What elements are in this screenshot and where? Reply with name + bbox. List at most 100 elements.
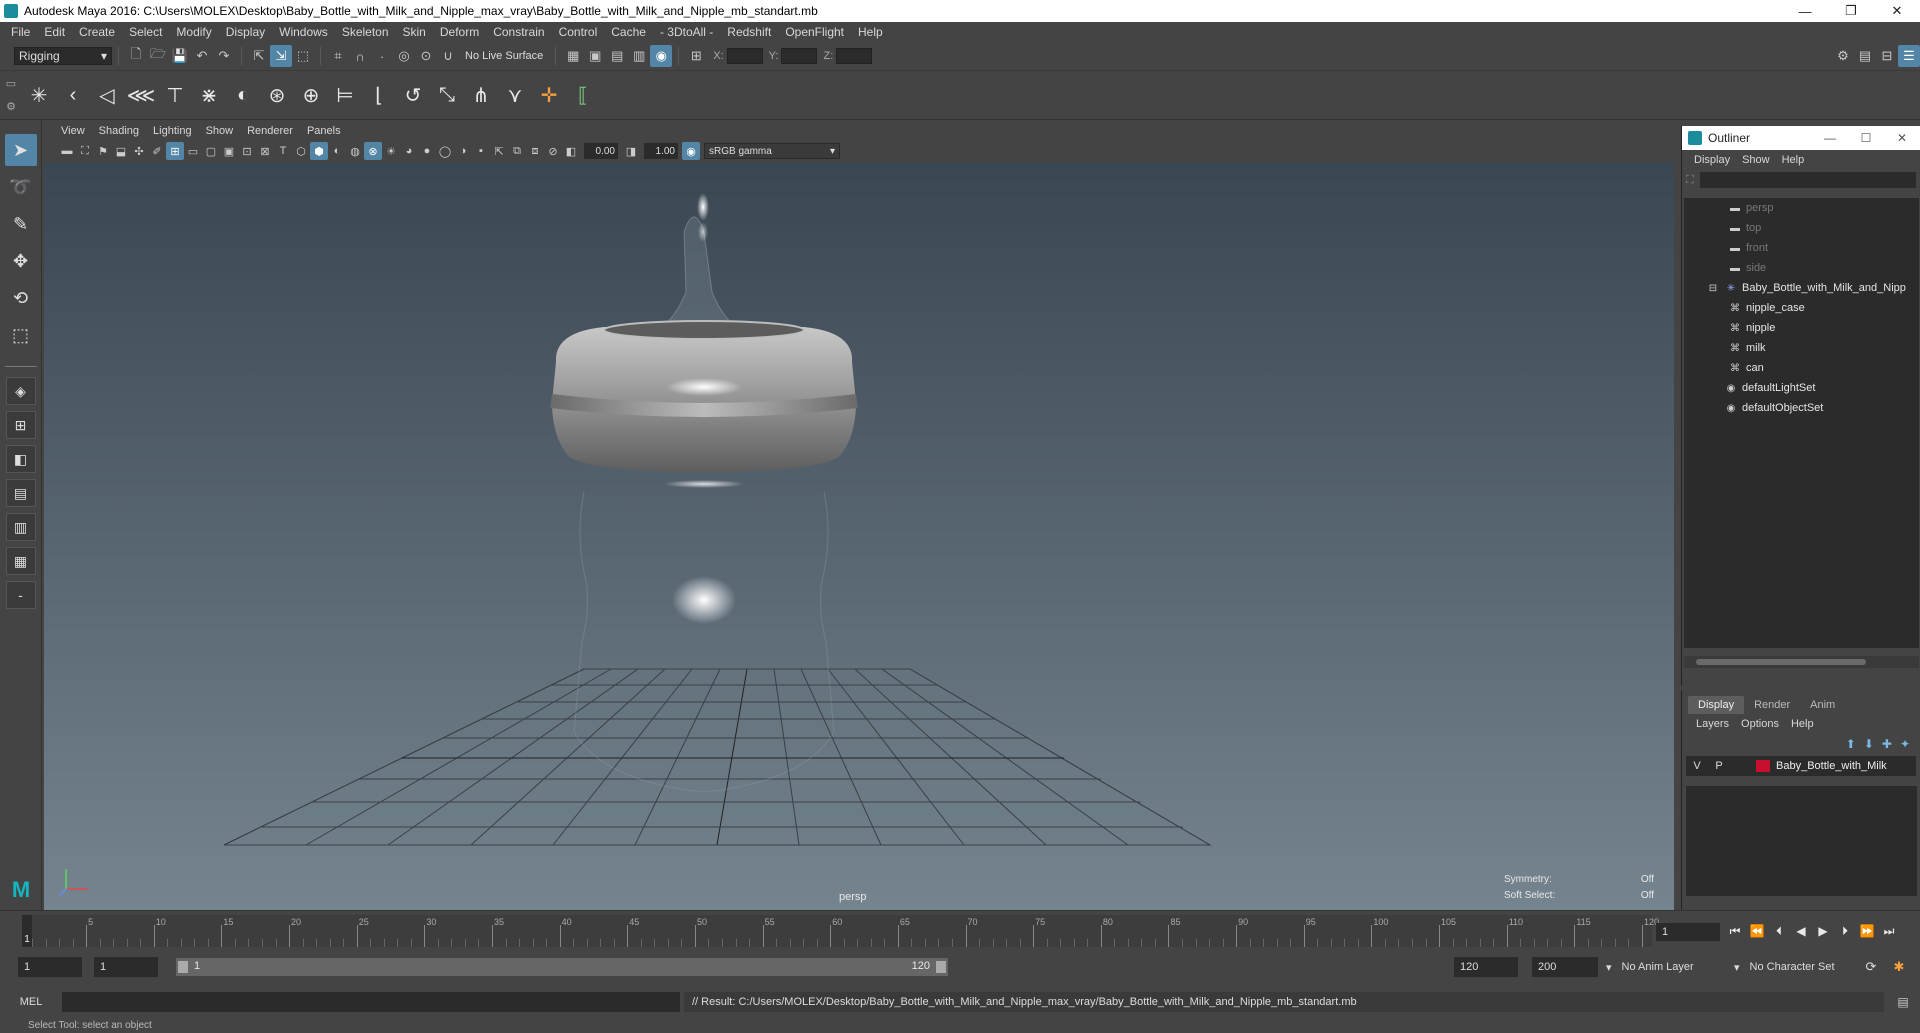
- camera-select-icon[interactable]: ▬: [58, 142, 76, 160]
- y-field[interactable]: [781, 48, 818, 64]
- render-settings-icon[interactable]: ▦: [562, 45, 584, 67]
- scale-tool-icon[interactable]: ⬚: [5, 319, 37, 351]
- new-layer-from-selected-icon[interactable]: ✦: [1900, 737, 1910, 751]
- layer-row[interactable]: V P Baby_Bottle_with_Milk: [1686, 756, 1916, 776]
- image-plane-icon[interactable]: ⬓: [112, 142, 130, 160]
- bind-skin-icon[interactable]: ⋇: [194, 78, 224, 112]
- panel-menu-lighting[interactable]: Lighting: [146, 125, 199, 137]
- select-tool-icon[interactable]: ➤: [4, 134, 37, 166]
- depth-of-field-icon[interactable]: ◑: [454, 142, 472, 160]
- hik-icon[interactable]: ⟦: [568, 78, 598, 112]
- scrollbar-thumb[interactable]: [1696, 659, 1866, 665]
- outliner-item-nipple[interactable]: ⌘ nipple: [1684, 318, 1919, 338]
- outliner-item-default-object-set[interactable]: ◉ defaultObjectSet: [1684, 398, 1919, 418]
- select-hierarchy-icon[interactable]: ⇱: [248, 45, 270, 67]
- layer-menu-options[interactable]: Options: [1735, 718, 1785, 730]
- layer-menu-layers[interactable]: Layers: [1690, 718, 1735, 730]
- range-bar[interactable]: 1 120: [176, 958, 948, 976]
- attribute-editor-icon[interactable]: ▤: [1854, 45, 1876, 67]
- outliner-item-can[interactable]: ⌘ can: [1684, 358, 1919, 378]
- orient-joint-icon[interactable]: ⋘: [126, 78, 156, 112]
- xray-icon[interactable]: ⇱: [490, 142, 508, 160]
- outliner-item-default-light-set[interactable]: ◉ defaultLightSet: [1684, 378, 1919, 398]
- grid-toggle-icon[interactable]: ⊞: [166, 142, 184, 160]
- layer-color-swatch[interactable]: [1756, 760, 1770, 772]
- menu-create[interactable]: Create: [72, 25, 122, 39]
- snap-magnet-icon[interactable]: ∪: [437, 45, 459, 67]
- panel-menu-show[interactable]: Show: [199, 125, 241, 137]
- anti-aliasing-icon[interactable]: ◯: [436, 142, 454, 160]
- live-surface-field[interactable]: No Live Surface: [459, 50, 549, 62]
- time-ruler[interactable]: 1 5 10 15 20 25 30 35 40 45 50 55 60 65 70 75 80 85 90 95 1…: [22, 915, 1659, 947]
- select-component-icon[interactable]: ⬚: [292, 45, 314, 67]
- ambient-occlusion-icon[interactable]: ◕: [400, 142, 418, 160]
- redo-icon[interactable]: ↷: [213, 45, 235, 67]
- persp-outliner-layout-icon[interactable]: ◧: [5, 445, 36, 473]
- snap-curve-icon[interactable]: ∩: [349, 45, 371, 67]
- collapse-layout-icon[interactable]: -: [5, 581, 36, 609]
- constraint-pole-icon[interactable]: ⋎: [500, 78, 530, 112]
- step-forward-frame-icon[interactable]: ⏵: [1836, 921, 1854, 941]
- outliner-horizontal-scrollbar[interactable]: [1684, 656, 1919, 668]
- outliner-item-top[interactable]: ▬ top: [1684, 218, 1919, 238]
- gamma-icon[interactable]: ◨: [622, 142, 640, 160]
- constraint-orient-icon[interactable]: ↺: [398, 78, 428, 112]
- move-layer-down-icon[interactable]: ⬇: [1864, 737, 1874, 751]
- tool-settings-icon[interactable]: ⊟: [1876, 45, 1898, 67]
- step-back-frame-icon[interactable]: ⏴: [1770, 921, 1788, 941]
- render-frame-icon[interactable]: ▣: [584, 45, 606, 67]
- menu-constrain[interactable]: Constrain: [486, 25, 551, 39]
- exposure-field[interactable]: 0.00: [584, 143, 618, 159]
- outliner-item-persp[interactable]: ▬ persp: [1684, 198, 1919, 218]
- motion-blur-icon[interactable]: ●: [418, 142, 436, 160]
- go-to-start-icon[interactable]: ⏮: [1726, 921, 1744, 941]
- xray-joints-icon[interactable]: ⧉: [508, 142, 526, 160]
- safe-action-icon[interactable]: ⊠: [256, 142, 274, 160]
- hypershade-icon[interactable]: ◉: [650, 45, 673, 67]
- playback-start-field[interactable]: 1: [94, 957, 158, 977]
- current-frame-field[interactable]: 1: [1656, 923, 1720, 941]
- outliner-item-group[interactable]: ⊟ ✳ Baby_Bottle_with_Milk_and_Nipp: [1684, 278, 1919, 298]
- snap-grid-icon[interactable]: ⌗: [327, 45, 349, 67]
- panel-menu-view[interactable]: View: [54, 125, 92, 137]
- color-management-icon[interactable]: ◉: [682, 142, 700, 160]
- perspective-viewport[interactable]: persp Symmetry: Off Soft Select: Off: [44, 162, 1674, 910]
- menu-3dtoall[interactable]: - 3DtoAll -: [653, 25, 720, 39]
- close-button[interactable]: ✕: [1874, 0, 1920, 22]
- outliner-item-milk[interactable]: ⌘ milk: [1684, 338, 1919, 358]
- menu-cache[interactable]: Cache: [604, 25, 653, 39]
- maximize-icon[interactable]: ☐: [1848, 131, 1884, 145]
- minimize-icon[interactable]: —: [1812, 131, 1848, 145]
- wireframe-on-shaded-icon[interactable]: ◐: [328, 142, 346, 160]
- x-field[interactable]: [726, 48, 763, 64]
- menu-display[interactable]: Display: [219, 25, 272, 39]
- grease-pencil-icon[interactable]: ✐: [148, 142, 166, 160]
- filter-icon[interactable]: ⛶: [1686, 174, 1694, 187]
- menu-help[interactable]: Help: [851, 25, 890, 39]
- play-backwards-icon[interactable]: ◀: [1792, 921, 1810, 941]
- rotate-tool-icon[interactable]: ⟲: [5, 282, 37, 314]
- command-input[interactable]: [62, 992, 680, 1012]
- animation-end-field[interactable]: 200: [1532, 957, 1598, 977]
- close-icon[interactable]: ✕: [1884, 131, 1920, 145]
- new-scene-icon[interactable]: 🗋: [125, 45, 147, 67]
- layer-menu-help[interactable]: Help: [1785, 718, 1820, 730]
- play-forwards-icon[interactable]: ▶: [1814, 921, 1832, 941]
- four-view-layout-icon[interactable]: ⊞: [5, 411, 36, 439]
- bookmark-icon[interactable]: ⚑: [94, 142, 112, 160]
- xray-active-icon[interactable]: ⧈: [526, 142, 544, 160]
- menu-skeleton[interactable]: Skeleton: [335, 25, 396, 39]
- menu-deform[interactable]: Deform: [433, 25, 486, 39]
- menu-select[interactable]: Select: [122, 25, 169, 39]
- new-layer-icon[interactable]: ✚: [1882, 737, 1892, 751]
- command-language-toggle[interactable]: MEL: [0, 996, 62, 1008]
- film-gate-icon[interactable]: ▭: [184, 142, 202, 160]
- persp-graph-layout-icon[interactable]: ▤: [5, 479, 36, 507]
- modeling-toolkit-icon[interactable]: ⚙: [1832, 45, 1854, 67]
- isolate-select-icon[interactable]: ▪: [472, 142, 490, 160]
- constraint-aim-icon[interactable]: ⌊: [364, 78, 394, 112]
- anim-layer-dropdown[interactable]: ▾ No Anim Layer: [1606, 957, 1694, 977]
- constraint-scale-icon[interactable]: ⤡: [432, 78, 462, 112]
- resolution-gate-icon[interactable]: ▢: [202, 142, 220, 160]
- shadows-icon[interactable]: ☀: [382, 142, 400, 160]
